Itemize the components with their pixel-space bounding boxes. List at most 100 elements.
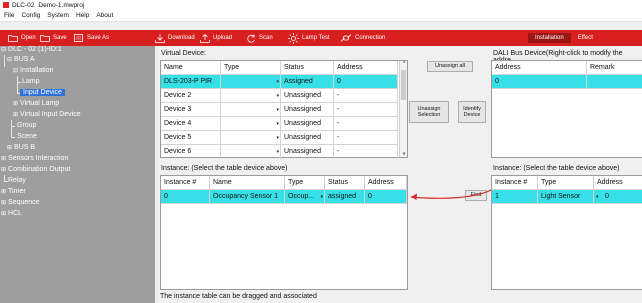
tree-group[interactable]: Group (17, 122, 36, 129)
menu-bar: File Config System Help About (0, 10, 642, 22)
project-tree: ⊟ DLC - 02 (1)-ID:1 ⊟ BUS A ⊟ Installation … (0, 46, 155, 303)
device-type-select[interactable]: ▾ (221, 103, 281, 117)
device-type-select[interactable]: ▾ (221, 75, 281, 89)
column-header[interactable]: Type (538, 176, 594, 190)
upload-icon (200, 33, 210, 43)
identify-device-button[interactable]: Identify Device (458, 101, 486, 123)
menu-config[interactable]: Config (21, 12, 40, 19)
device-name: Device 3 (161, 103, 221, 117)
tree-installation[interactable]: ⊟ Installation (13, 67, 54, 74)
title-bar: DLC-02 Demo-1.mwproj (0, 0, 642, 10)
unassign-selection-button[interactable]: Unassign Selection (409, 101, 449, 123)
dali-remark (587, 75, 642, 89)
tree-sensors-interaction[interactable]: ⊞ Sensors Interaction (1, 155, 68, 162)
column-header[interactable]: Name (161, 61, 221, 75)
column-header[interactable]: Name (210, 176, 285, 190)
sun-icon (288, 32, 299, 44)
dali-address: 0 (492, 75, 587, 89)
expand-icon: ⊞ (1, 167, 7, 173)
instance-name: Occupancy Sensor 1 (210, 190, 285, 204)
table-row[interactable]: 1 Light Sensor ▾ 0 (492, 190, 642, 204)
device-type-select[interactable]: ▾ (221, 117, 281, 131)
column-header[interactable]: Address (334, 61, 398, 75)
tree-timer[interactable]: ⊞ Timer (1, 188, 26, 195)
column-header[interactable]: Type (221, 61, 281, 75)
instance-number: 0 (161, 190, 210, 204)
menu-system[interactable]: System (47, 12, 69, 19)
column-header[interactable]: Remark (587, 61, 642, 75)
save-folder-icon (40, 35, 50, 42)
mode-effect-tab[interactable]: Effect (571, 33, 600, 43)
download-icon (155, 34, 165, 43)
menu-about[interactable]: About (96, 12, 113, 19)
table-row[interactable]: Device 6 ▾ Unassigned - (161, 145, 398, 159)
virtual-device-title: Virtual Device: (161, 50, 207, 57)
column-header[interactable]: Status (281, 61, 334, 75)
table-row[interactable]: Device 2 ▾ Unassigned - (161, 89, 398, 103)
open-button[interactable]: Open (8, 30, 36, 46)
tree-root[interactable]: ⊟ DLC - 02 (1)-ID:1 (1, 46, 62, 53)
device-type-select[interactable]: ▾ (221, 89, 281, 103)
lamp-test-button[interactable]: Lamp Test (288, 30, 330, 46)
connection-button[interactable]: Connection (340, 30, 385, 46)
instance-address: 0 (365, 190, 407, 204)
device-status: Unassigned (281, 145, 334, 159)
tree-virtual-input-device[interactable]: ⊞ Virtual Input Device (13, 111, 81, 118)
column-header[interactable]: Address (365, 176, 407, 190)
device-type-select[interactable]: ▾ (221, 131, 281, 145)
column-header[interactable]: Address (594, 176, 642, 190)
device-address: 0 (334, 75, 398, 89)
column-header[interactable]: Type (285, 176, 325, 190)
instance-type-select[interactable]: Occup... ▾ (285, 190, 325, 204)
column-header[interactable]: Instance # (492, 176, 538, 190)
tree-sequence[interactable]: ⊞ Sequence (1, 199, 40, 206)
tree-lamp[interactable]: Lamp (22, 78, 40, 85)
tree-virtual-lamp[interactable]: ⊞ Virtual Lamp (13, 100, 59, 107)
table-header: Instance # Type Address (492, 176, 642, 190)
expand-icon: ⊞ (1, 189, 7, 195)
download-button[interactable]: Download (155, 30, 195, 46)
column-header[interactable]: Address (492, 61, 587, 75)
scroll-down-icon[interactable]: v (400, 151, 408, 157)
save-button[interactable]: Save (40, 30, 67, 46)
upload-button[interactable]: Upload (200, 30, 232, 46)
table-row[interactable]: 0 Occupancy Sensor 1 Occup... ▾ assigned … (161, 190, 407, 204)
device-name: Device 2 (161, 89, 221, 103)
table-row[interactable]: Device 4 ▾ Unassigned - (161, 117, 398, 131)
tree-input-device[interactable]: Input Device (20, 89, 65, 96)
table-row[interactable]: DLS-203-P PIR ▾ Assigned 0 (161, 75, 398, 89)
dropdown-arrow-icon: ▾ (276, 135, 279, 141)
device-status: Unassigned (281, 103, 334, 117)
table-row[interactable]: Device 5 ▾ Unassigned - (161, 131, 398, 145)
instance-number: 1 (492, 190, 538, 204)
tree-relay[interactable]: Relay (8, 177, 26, 184)
tree-bus-b[interactable]: ⊞ BUS B (7, 144, 35, 151)
device-address: - (334, 89, 398, 103)
tree-combination-output[interactable]: ⊞ Combination Output (1, 166, 70, 173)
footer-note: The instance table can be dragged and as… (160, 293, 317, 300)
menu-help[interactable]: Help (76, 12, 89, 19)
scan-button[interactable]: Scan (246, 30, 273, 46)
instance-address-select[interactable]: ▾ 0 (594, 190, 642, 204)
app-logo-icon (3, 2, 9, 8)
tree-bus-a[interactable]: ⊟ BUS A (7, 56, 35, 63)
device-status: Unassigned (281, 89, 334, 103)
menu-file[interactable]: File (4, 12, 14, 19)
expand-icon: ⊞ (13, 101, 19, 107)
column-header[interactable]: Status (325, 176, 365, 190)
mode-installation-tab[interactable]: Installation (528, 33, 571, 43)
unassign-all-button[interactable]: Unassign all (427, 61, 473, 72)
expand-icon: ⊞ (1, 156, 7, 162)
vertical-scrollbar[interactable]: ^ v (399, 61, 407, 157)
save-as-button[interactable]: Save As (74, 30, 109, 46)
project-name: Demo-1.mwproj (38, 1, 85, 9)
device-type-select[interactable]: ▾ (221, 145, 281, 159)
tree-hcl[interactable]: ⊞ HCL (1, 210, 22, 217)
scroll-up-icon[interactable]: ^ (400, 61, 408, 67)
column-header[interactable]: Instance # (161, 176, 210, 190)
table-row[interactable]: Device 3 ▾ Unassigned - (161, 103, 398, 117)
table-row[interactable]: 0 (492, 75, 642, 89)
instance-left-title: Instance: (Select the table device above… (161, 165, 288, 172)
tree-scene[interactable]: Scene (17, 133, 37, 140)
scrollbar-thumb[interactable] (401, 70, 406, 100)
